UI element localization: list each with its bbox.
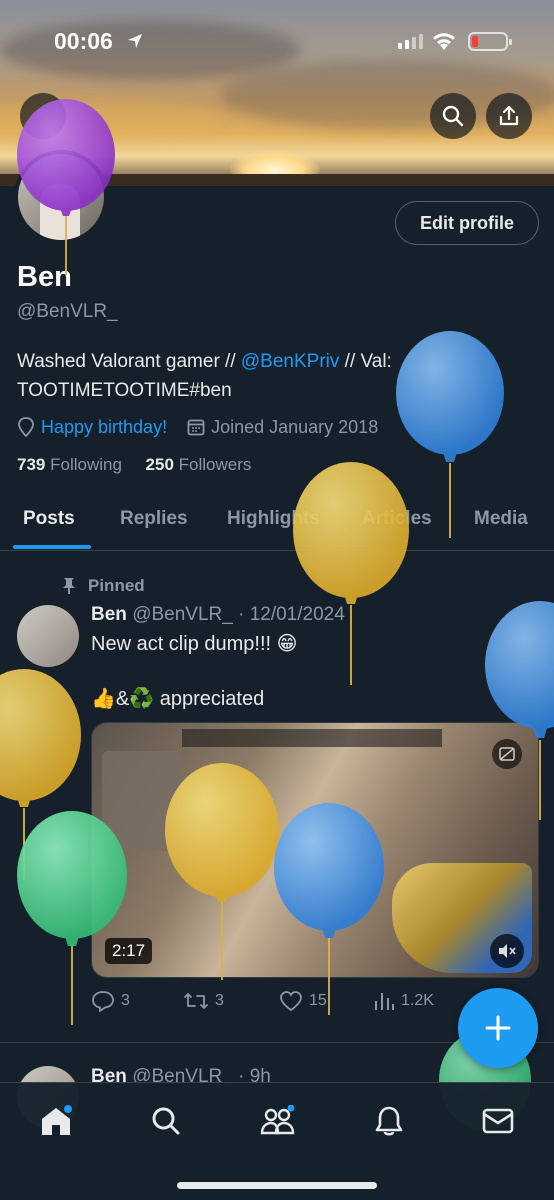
- battery-icon: [468, 32, 512, 51]
- status-bar: 00:06: [0, 28, 554, 58]
- captions-icon[interactable]: [492, 739, 522, 769]
- plus-icon: [485, 1015, 511, 1041]
- tab-posts[interactable]: Posts: [23, 508, 75, 530]
- reply-icon: [92, 991, 114, 1012]
- back-button[interactable]: [20, 93, 66, 139]
- share-icon: [499, 105, 519, 126]
- status-time: 00:06: [54, 28, 113, 54]
- post-header: Ben @BenVLR_ · 12/01/2024: [91, 604, 345, 625]
- balloon: [293, 462, 409, 685]
- location-arrow-icon: [126, 32, 144, 55]
- mail-icon: [482, 1108, 514, 1134]
- communities-icon: [260, 1105, 295, 1135]
- profile-handle: @BenVLR_: [17, 301, 118, 322]
- video-duration: 2:17: [105, 938, 153, 964]
- search-icon: [152, 1107, 180, 1135]
- post-text: New act clip dump!!! 😁: [91, 633, 298, 655]
- location-pin-icon: [18, 417, 34, 437]
- repost-icon: [184, 993, 208, 1009]
- nav-messages[interactable]: [478, 1101, 518, 1141]
- profile-avatar[interactable]: [14, 150, 108, 244]
- home-icon: [42, 1105, 72, 1135]
- edit-profile-button[interactable]: Edit profile: [395, 201, 539, 245]
- pin-icon: [63, 578, 75, 594]
- post-avatar[interactable]: [17, 605, 79, 667]
- nav-home[interactable]: [36, 1101, 76, 1141]
- reply-button[interactable]: 3: [91, 990, 130, 1012]
- views-button[interactable]: 1.2K: [373, 990, 434, 1012]
- joined-date: Joined January 2018: [211, 416, 379, 437]
- post-video[interactable]: 2:17: [91, 722, 539, 978]
- follow-stats: 739 Following 250 Followers: [17, 455, 251, 475]
- post-text-line-2: 👍&♻️ appreciated: [91, 688, 265, 710]
- birthday-link[interactable]: Happy birthday!: [41, 417, 167, 438]
- bio-mention-link[interactable]: @BenKPriv: [241, 351, 340, 372]
- active-tab-indicator: [13, 545, 91, 549]
- pinned-indicator: Pinned: [62, 576, 145, 596]
- profile-bio: Washed Valorant gamer // @BenKPriv // Va…: [17, 351, 392, 401]
- calendar-icon: [187, 419, 205, 436]
- like-button[interactable]: 15: [279, 990, 327, 1012]
- tab-highlights[interactable]: Highlights: [227, 508, 320, 530]
- share-button[interactable]: [486, 93, 532, 139]
- profile-meta: Happy birthday! Joined January 2018: [17, 414, 378, 440]
- home-indicator: [177, 1182, 377, 1189]
- wifi-icon: [430, 30, 458, 57]
- bell-icon: [375, 1106, 403, 1136]
- profile-tabs: Posts Replies Highlights Articles Media: [0, 497, 554, 551]
- compose-post-button[interactable]: [458, 988, 538, 1068]
- tab-media[interactable]: Media: [474, 508, 528, 530]
- post-author[interactable]: Ben: [91, 604, 127, 625]
- balloon: [0, 669, 81, 880]
- nav-communities[interactable]: [258, 1101, 298, 1141]
- following-link[interactable]: 739 Following: [17, 455, 122, 474]
- profile-name: Ben: [17, 261, 72, 293]
- repost-button[interactable]: 3: [183, 990, 224, 1012]
- search-icon: [442, 105, 464, 127]
- nav-notifications[interactable]: [369, 1101, 409, 1141]
- tab-replies[interactable]: Replies: [120, 508, 188, 530]
- nav-search[interactable]: [146, 1101, 186, 1141]
- tab-articles[interactable]: Articles: [362, 508, 432, 530]
- followers-link[interactable]: 250 Followers: [146, 455, 252, 474]
- search-button[interactable]: [430, 93, 476, 139]
- heart-icon: [280, 991, 302, 1012]
- mute-icon[interactable]: [490, 934, 524, 968]
- analytics-icon: [375, 993, 394, 1010]
- cellular-signal-icon: [398, 34, 423, 49]
